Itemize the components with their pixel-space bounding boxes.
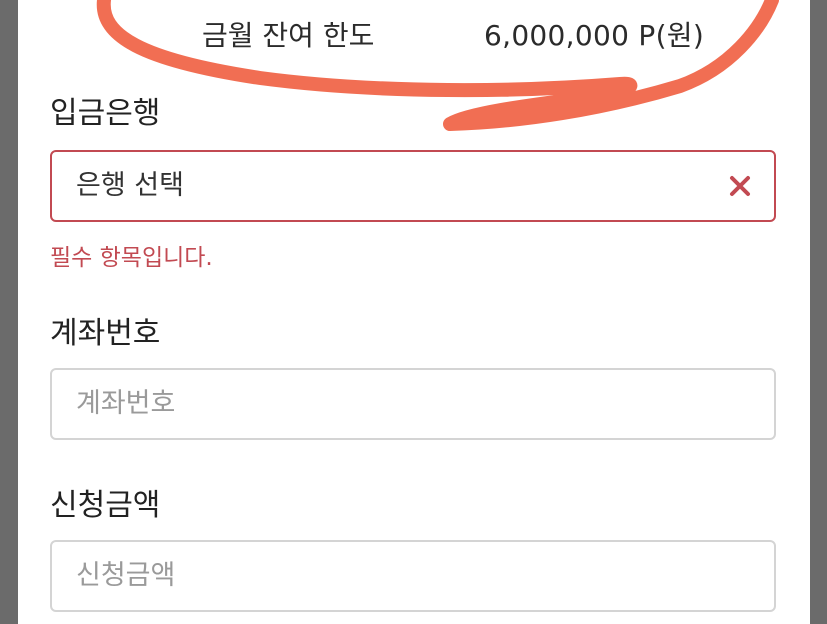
account-number-input[interactable] [76,370,696,438]
remaining-limit-value: 6,000,000 P(원) [484,19,705,52]
bank-error-message: 필수 항목입니다. [50,245,213,271]
withdrawal-form-panel: 금월 잔여 한도 6,000,000 P(원) 입금은행 은행 선택 필수 항목… [18,0,810,624]
amount-label: 신청금액 [50,488,161,523]
amount-field[interactable] [50,540,776,612]
close-icon[interactable] [728,174,752,198]
scrollbar[interactable] [810,0,827,624]
account-number-field[interactable] [50,368,776,440]
account-number-label: 계좌번호 [50,316,161,351]
amount-input[interactable] [76,542,696,610]
bank-select[interactable]: 은행 선택 [50,150,776,222]
remaining-limit-row: 금월 잔여 한도 6,000,000 P(원) [18,8,810,54]
bank-label: 입금은행 [50,96,161,131]
bank-select-value: 은행 선택 [76,170,184,201]
remaining-limit-label: 금월 잔여 한도 [202,19,375,52]
